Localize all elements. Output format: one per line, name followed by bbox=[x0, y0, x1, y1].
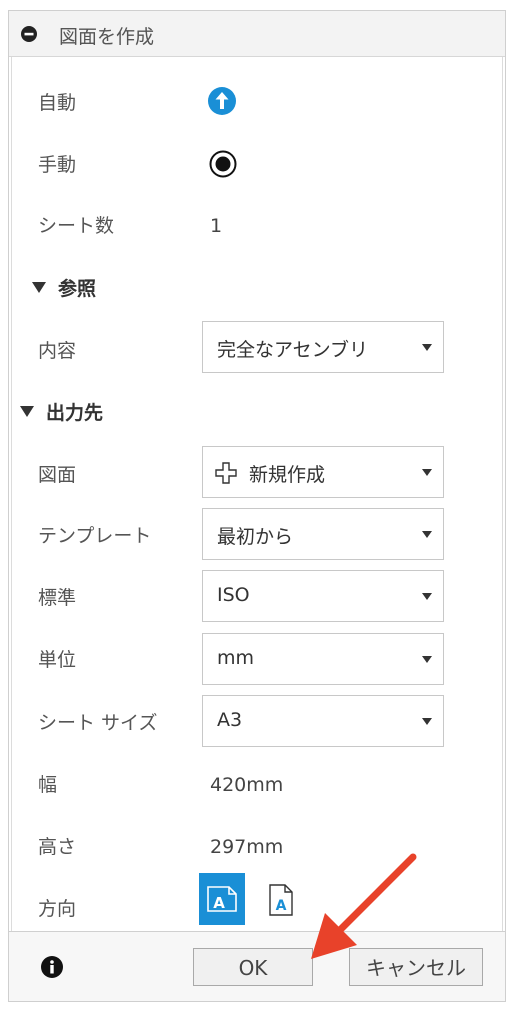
standard-label: 標準 bbox=[38, 587, 77, 609]
dropdown-caret-icon bbox=[422, 531, 432, 538]
content-label: 内容 bbox=[38, 340, 77, 362]
drawing-select[interactable]: 新規作成 bbox=[202, 446, 444, 498]
dropdown-caret-icon bbox=[422, 718, 432, 725]
unit-select-value: mm bbox=[217, 647, 255, 669]
create-drawing-dialog: 図面を作成 自動 手動 シート数 1 参照 内容 完全なアセンブリ 出力先 図面… bbox=[8, 10, 506, 1002]
portrait-page-icon: A bbox=[269, 884, 293, 916]
landscape-glyph: A bbox=[213, 894, 225, 912]
orientation-label: 方向 bbox=[38, 898, 77, 920]
unit-label: 単位 bbox=[38, 649, 77, 671]
dialog-title: 図面を作成 bbox=[59, 26, 155, 48]
standard-select[interactable]: ISO bbox=[202, 570, 444, 622]
section-reference[interactable]: 参照 bbox=[32, 277, 96, 301]
template-select[interactable]: 最初から bbox=[202, 508, 444, 560]
sheet-count-value: 1 bbox=[210, 215, 223, 237]
section-output-title: 出力先 bbox=[46, 402, 104, 424]
expand-triangle-icon bbox=[20, 406, 34, 417]
template-label: テンプレート bbox=[38, 525, 152, 547]
dialog-header[interactable]: 図面を作成 bbox=[9, 11, 505, 57]
auto-label: 自動 bbox=[38, 92, 77, 114]
content-select[interactable]: 完全なアセンブリ bbox=[202, 321, 444, 373]
landscape-page-icon: A bbox=[207, 886, 237, 912]
width-label: 幅 bbox=[38, 774, 58, 796]
expand-triangle-icon bbox=[32, 282, 46, 293]
width-value: 420mm bbox=[210, 774, 284, 796]
dropdown-caret-icon bbox=[422, 344, 432, 351]
height-value: 297mm bbox=[210, 836, 284, 858]
new-plus-icon bbox=[215, 462, 237, 484]
auto-arrow-icon[interactable] bbox=[208, 87, 236, 115]
dropdown-caret-icon bbox=[422, 469, 432, 476]
cancel-button[interactable]: キャンセル bbox=[349, 948, 483, 986]
ok-button[interactable]: OK bbox=[193, 948, 313, 986]
manual-label: 手動 bbox=[38, 154, 77, 176]
section-reference-title: 参照 bbox=[58, 278, 97, 300]
orientation-landscape-button[interactable]: A bbox=[199, 873, 245, 925]
dropdown-caret-icon bbox=[422, 593, 432, 600]
orientation-portrait-button[interactable]: A bbox=[267, 883, 295, 917]
manual-radio-icon[interactable] bbox=[209, 150, 237, 178]
sheet-size-select-value: A3 bbox=[217, 709, 243, 731]
collapse-icon[interactable] bbox=[21, 26, 37, 42]
sheet-count-label: シート数 bbox=[38, 215, 115, 237]
portrait-glyph: A bbox=[276, 898, 287, 914]
drawing-select-value: 新規作成 bbox=[249, 464, 326, 486]
info-icon[interactable] bbox=[41, 956, 63, 978]
unit-select[interactable]: mm bbox=[202, 633, 444, 685]
dropdown-caret-icon bbox=[422, 656, 432, 663]
standard-select-value: ISO bbox=[217, 584, 250, 606]
sheet-size-label: シート サイズ bbox=[38, 712, 158, 734]
height-label: 高さ bbox=[38, 836, 77, 858]
sheet-size-select[interactable]: A3 bbox=[202, 695, 444, 747]
dialog-footer: OK キャンセル bbox=[9, 931, 505, 1001]
section-output[interactable]: 出力先 bbox=[20, 401, 103, 425]
content-select-value: 完全なアセンブリ bbox=[217, 339, 369, 361]
drawing-label: 図面 bbox=[38, 464, 77, 486]
dialog-body: 自動 手動 シート数 1 参照 内容 完全なアセンブリ 出力先 図面 新規作成 … bbox=[11, 57, 503, 931]
template-select-value: 最初から bbox=[217, 526, 294, 548]
